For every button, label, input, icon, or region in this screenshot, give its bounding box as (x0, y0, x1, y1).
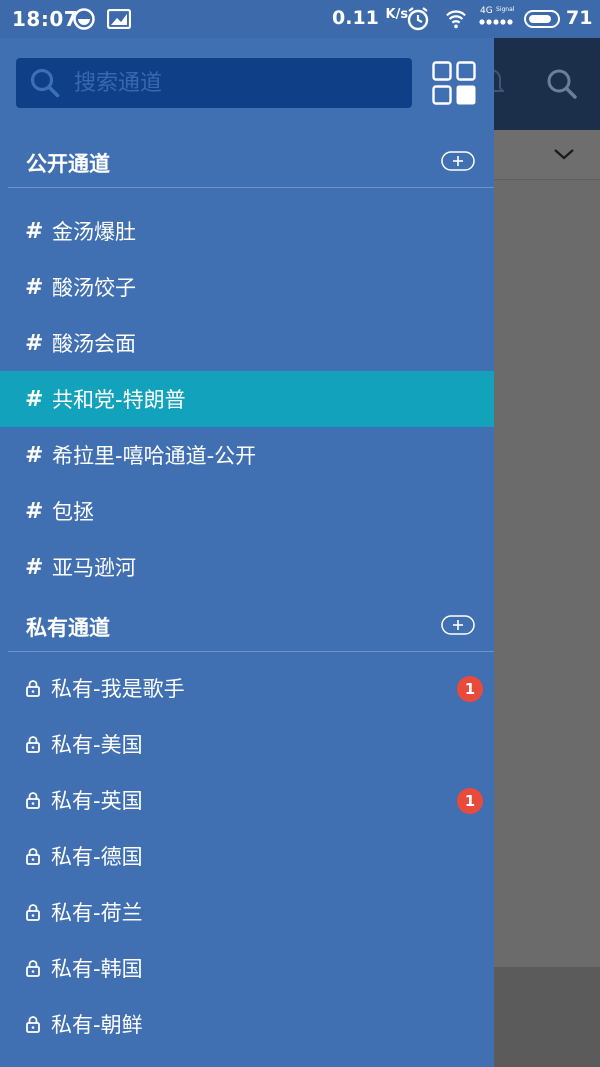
lock-icon (26, 848, 40, 865)
hash-icon: # (25, 218, 44, 244)
channel-label: 希拉里-嘻哈通道-公开 (52, 444, 257, 468)
image-notification-icon (107, 9, 131, 29)
channel-item[interactable]: # 包拯 (0, 483, 494, 539)
channel-item[interactable]: # 金汤爆肚 (0, 203, 494, 259)
channel-label: 私有-朝鲜 (51, 1013, 143, 1037)
wifi-icon (446, 10, 466, 29)
search-bar[interactable] (16, 58, 412, 108)
lock-icon (26, 960, 40, 977)
channel-item[interactable]: # 亚马逊河 (0, 539, 494, 595)
channel-item[interactable]: 私有-美国 (0, 716, 494, 772)
divider (8, 651, 494, 652)
channel-label: 共和党-特朗普 (52, 388, 186, 412)
channel-label: 包拯 (52, 500, 94, 524)
channel-item-active[interactable]: # 共和党-特朗普 (0, 371, 494, 427)
channel-item[interactable]: 私有-我是歌手 1 (0, 660, 494, 716)
lock-icon (26, 1016, 40, 1033)
channel-item[interactable]: # 酸汤饺子 (0, 259, 494, 315)
channel-item[interactable]: 私有-韩国 (0, 940, 494, 996)
private-channels-header: 私有通道 (0, 600, 494, 652)
signal-label: Signal (496, 6, 515, 13)
lock-icon (26, 792, 40, 809)
battery-icon (524, 10, 560, 28)
channel-item[interactable]: 私有-德国 (0, 828, 494, 884)
network-type: 4G (480, 6, 493, 16)
channel-label: 酸汤会面 (52, 332, 136, 356)
unread-badge: 1 (457, 788, 483, 814)
add-icon[interactable] (441, 615, 475, 635)
hash-icon: # (25, 330, 44, 356)
section-title: 公开通道 (26, 152, 110, 176)
search-input[interactable] (74, 70, 394, 96)
divider (8, 187, 494, 188)
chevron-down-icon[interactable] (552, 144, 576, 164)
search-icon (30, 68, 60, 98)
channel-label: 私有-荷兰 (51, 901, 143, 925)
channel-label: 私有-德国 (51, 845, 143, 869)
hash-icon: # (25, 386, 44, 412)
channel-item[interactable]: # 希拉里-嘻哈通道-公开 (0, 427, 494, 483)
hash-icon: # (25, 498, 44, 524)
channel-item[interactable]: 私有-朝鲜 (0, 996, 494, 1052)
app-notification-icon (73, 8, 95, 30)
unread-badge: 1 (457, 676, 483, 702)
grid-icon[interactable] (432, 61, 476, 105)
status-time: 18:07 (12, 7, 79, 31)
channel-item[interactable]: 私有-荷兰 (0, 884, 494, 940)
network-speed: 0.11 K/s (332, 7, 409, 29)
status-bar: 18:07 0.11 K/s 4G Signal 71 (0, 0, 600, 38)
channel-label: 私有-美国 (51, 733, 143, 757)
signal-icon (479, 19, 513, 25)
battery-level: 71 (566, 7, 593, 29)
channel-label: 私有-我是歌手 (51, 677, 185, 701)
channel-label: 酸汤饺子 (52, 276, 136, 300)
alarm-icon (407, 7, 429, 31)
channel-label: 亚马逊河 (52, 556, 136, 580)
lock-icon (26, 904, 40, 921)
hash-icon: # (25, 442, 44, 468)
channel-item[interactable]: 私有-英国 1 (0, 772, 494, 828)
public-channels-header: 公开通道 (0, 136, 494, 188)
channel-label: 私有-英国 (51, 789, 143, 813)
channel-label: 私有-韩国 (51, 957, 143, 981)
hash-icon: # (25, 274, 44, 300)
hash-icon: # (25, 554, 44, 580)
lock-icon (26, 680, 40, 697)
lock-icon (26, 736, 40, 753)
channel-item[interactable]: # 酸汤会面 (0, 315, 494, 371)
search-icon[interactable] (546, 68, 578, 100)
channel-drawer: 公开通道 # 金汤爆肚 # 酸汤饺子 # 酸汤会面 # 共和党-特朗普 # 希拉… (0, 38, 494, 1067)
add-icon[interactable] (441, 151, 475, 171)
channel-label: 金汤爆肚 (52, 220, 136, 244)
section-title: 私有通道 (26, 616, 110, 640)
